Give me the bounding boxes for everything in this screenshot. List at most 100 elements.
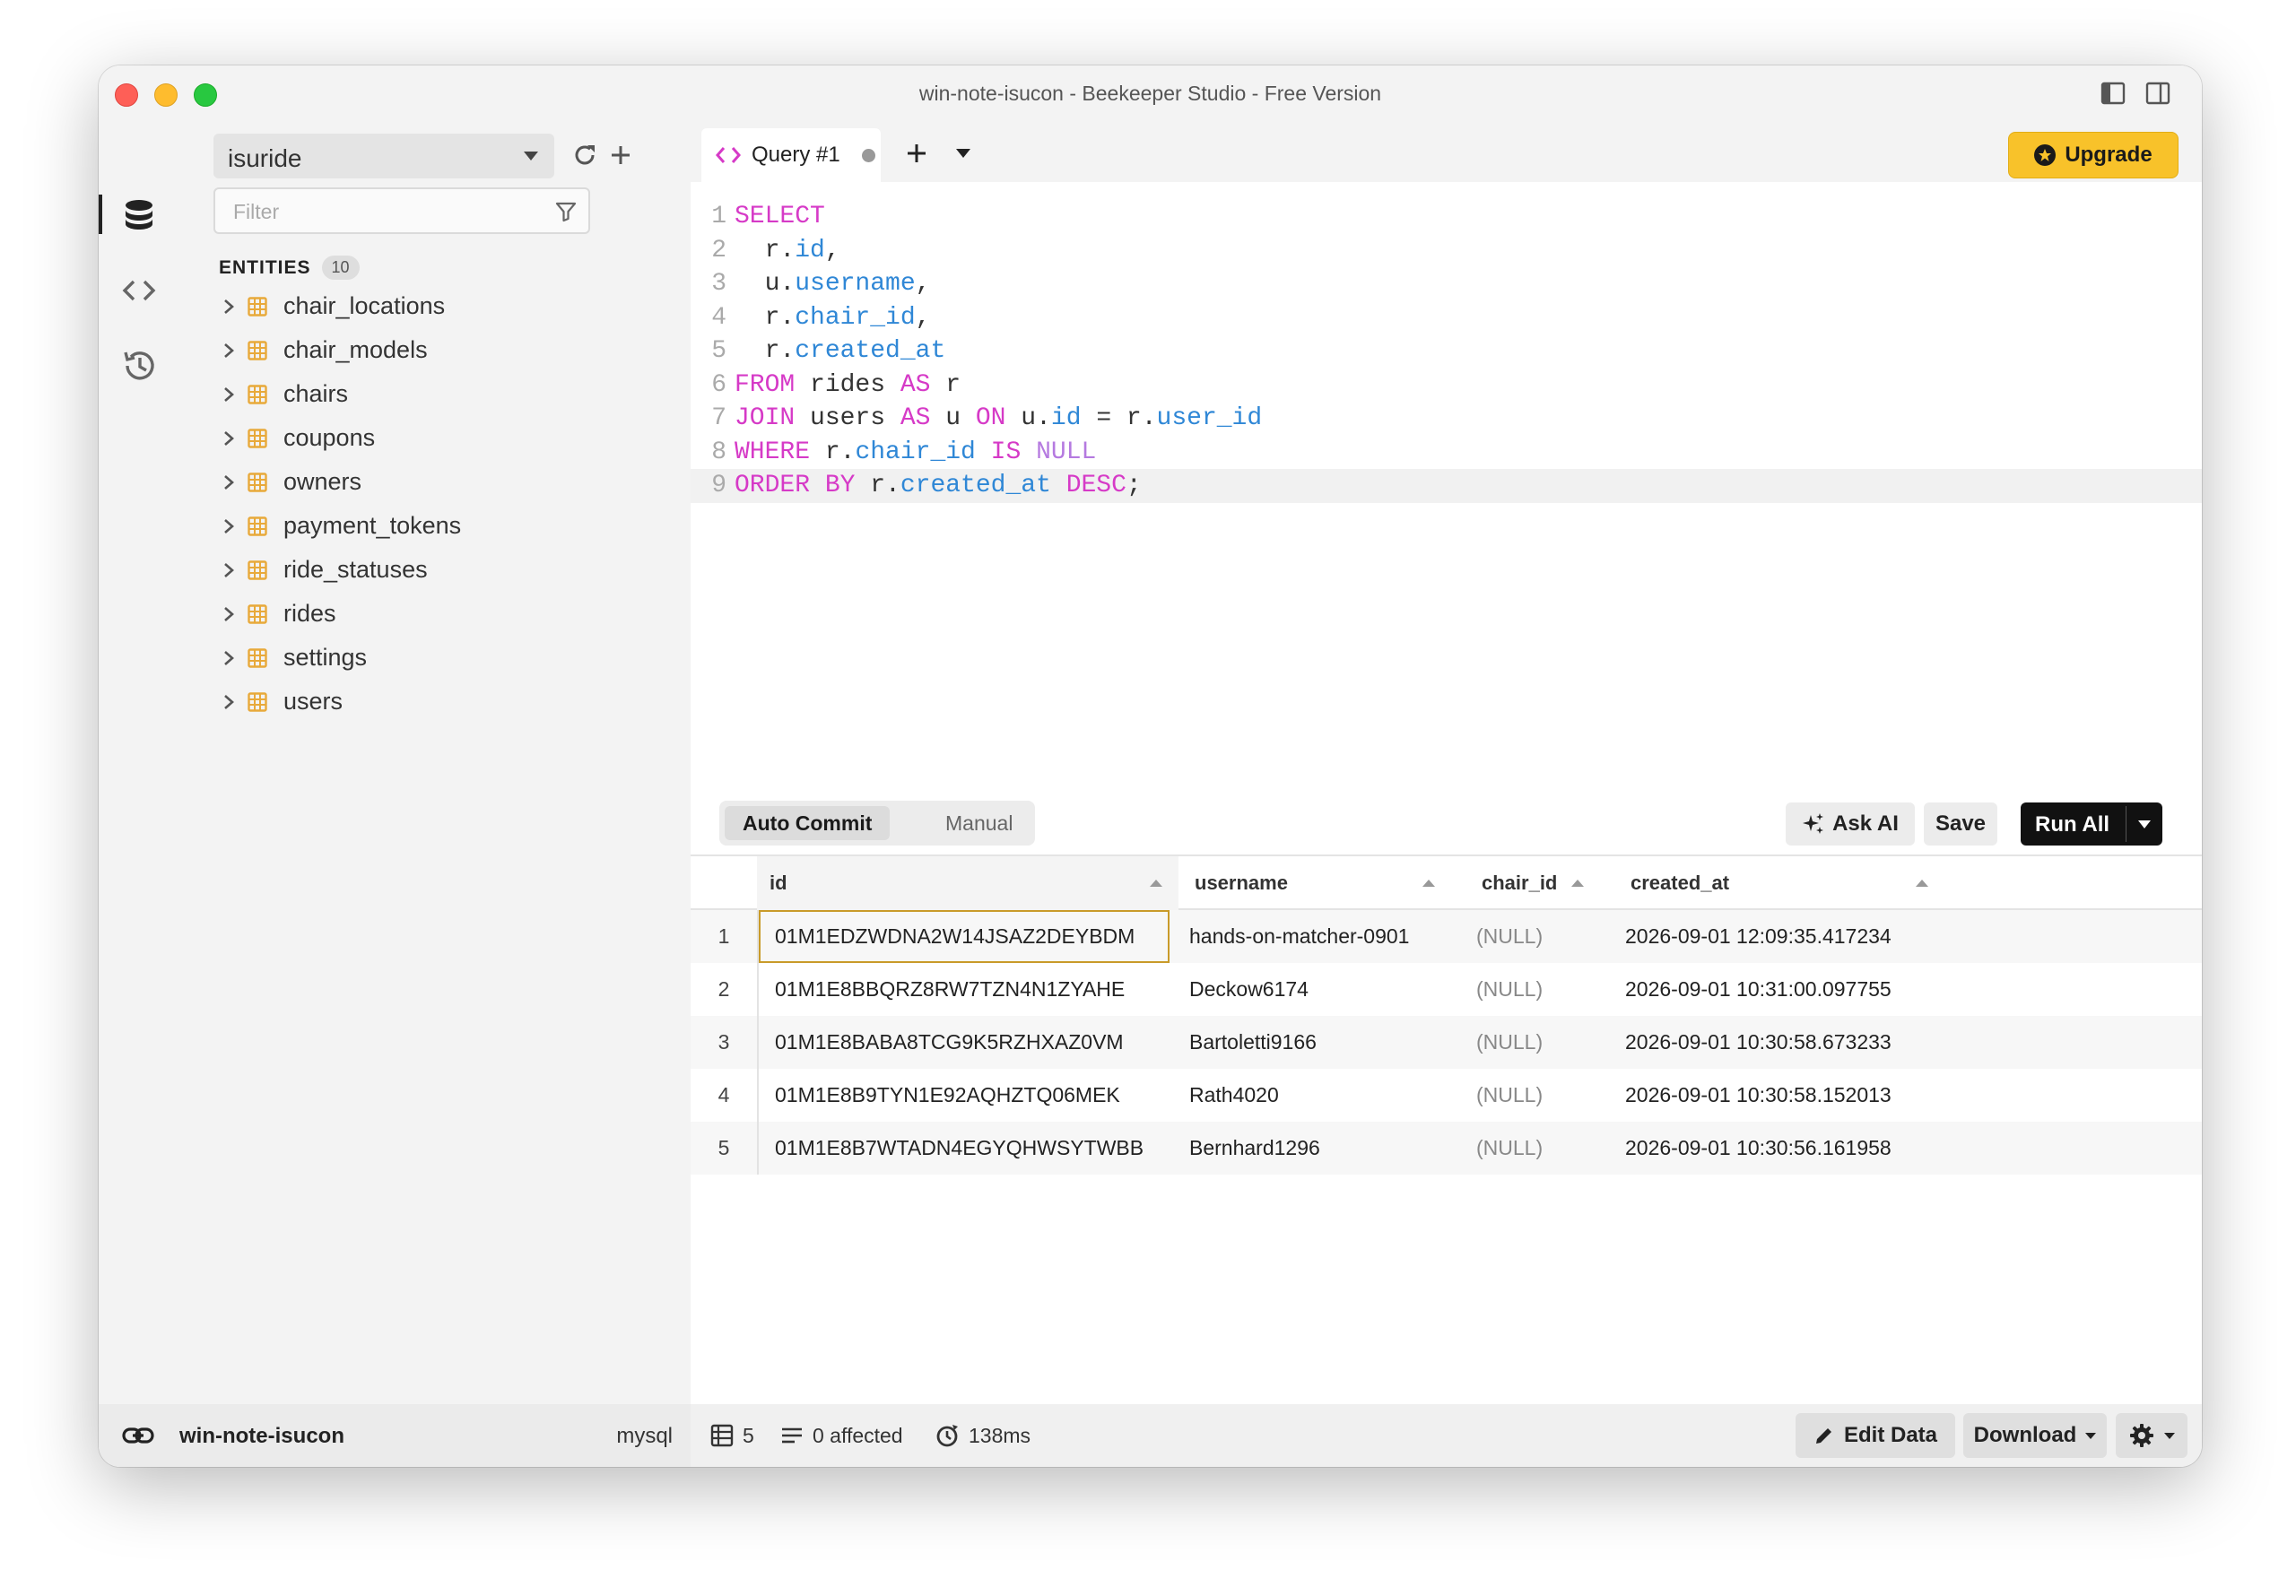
connection-status[interactable]: win-note-isucon mysql xyxy=(99,1404,691,1467)
cell-created-at[interactable]: 2026-09-01 10:31:00.097755 xyxy=(1625,963,1892,1016)
filter-icon[interactable] xyxy=(554,200,578,223)
history-icon[interactable] xyxy=(117,343,161,388)
chevron-right-icon[interactable] xyxy=(215,557,242,584)
sql-editor[interactable]: 1 SELECT 2 r.id, 3 u.username, 4 r.chair_id,… xyxy=(691,182,2202,801)
table-row[interactable]: 4 01M1E8B9TYN1E92AQHZTQ06MEK Rath4020 (NULL… xyxy=(691,1069,2202,1122)
code-line[interactable]: 9 ORDER BY r.created_at DESC; xyxy=(691,469,2202,503)
sidebar-entity-ride-statuses[interactable]: ride_statuses xyxy=(197,548,592,592)
cell-id[interactable]: 01M1E8BABA8TCG9K5RZHXAZ0VM xyxy=(762,1016,1178,1069)
cell-chair-id[interactable]: (NULL) xyxy=(1476,1069,1543,1122)
sort-icon[interactable] xyxy=(1150,880,1162,887)
run-options-chevron-icon[interactable] xyxy=(2138,820,2151,828)
cell-chair-id[interactable]: (NULL) xyxy=(1476,910,1543,963)
toggle-right-panel-icon[interactable] xyxy=(2144,80,2171,107)
cell-username[interactable]: Deckow6174 xyxy=(1189,963,1309,1016)
sidebar-entity-chair-locations[interactable]: chair_locations xyxy=(197,284,592,328)
sidebar-entity-users[interactable]: users xyxy=(197,680,592,724)
column-header-chair-id[interactable]: chair_id xyxy=(1471,856,1620,910)
code-line[interactable]: 4 r.chair_id, xyxy=(691,301,2202,335)
cell-created-at[interactable]: 2026-09-01 12:09:35.417234 xyxy=(1625,910,1892,963)
code-line[interactable]: 7 JOIN users AS u ON u.id = r.user_id xyxy=(691,402,2202,436)
toggle-left-panel-icon[interactable] xyxy=(2100,80,2126,107)
table-row[interactable]: 2 01M1E8BBQRZ8RW7TZN4N1ZYAHE Deckow6174 (NU… xyxy=(691,963,2202,1016)
cell-created-at[interactable]: 2026-09-01 10:30:58.673233 xyxy=(1625,1016,1892,1069)
sidebar-entity-chairs[interactable]: chairs xyxy=(197,372,592,416)
cell-username[interactable]: hands-on-matcher-0901 xyxy=(1189,910,1409,963)
filter-input[interactable] xyxy=(233,198,538,225)
cell-created-at[interactable]: 2026-09-01 10:30:58.152013 xyxy=(1625,1069,1892,1122)
sidebar-entity-rides[interactable]: rides xyxy=(197,592,592,636)
add-connection-button[interactable] xyxy=(603,135,639,175)
code-icon[interactable] xyxy=(117,268,161,313)
sidebar-entity-owners[interactable]: owners xyxy=(197,460,592,504)
cell-username[interactable]: Bernhard1296 xyxy=(1189,1122,1320,1175)
save-label: Save xyxy=(1935,811,1987,836)
cell-created-at[interactable]: 2026-09-01 10:30:56.161958 xyxy=(1625,1122,1892,1175)
column-header-created-at[interactable]: created_at xyxy=(1620,856,1952,910)
sort-icon[interactable] xyxy=(1422,880,1435,887)
chevron-right-icon[interactable] xyxy=(215,645,242,672)
cell-id[interactable]: 01M1E8B9TYN1E92AQHZTQ06MEK xyxy=(762,1069,1178,1122)
entities-count-badge: 10 xyxy=(321,256,360,280)
cell-username[interactable]: Rath4020 xyxy=(1189,1069,1279,1122)
table-row[interactable]: 1 01M1EDZWDNA2W14JSAZ2DEYBDM hands-on-matc… xyxy=(691,910,2202,963)
sidebar-entity-payment-tokens[interactable]: payment_tokens xyxy=(197,504,592,548)
cell-chair-id[interactable]: (NULL) xyxy=(1476,1122,1543,1175)
chevron-right-icon[interactable] xyxy=(215,469,242,496)
auto-commit-option[interactable]: Auto Commit xyxy=(725,806,891,840)
table-icon xyxy=(248,428,267,448)
chevron-right-icon[interactable] xyxy=(215,381,242,408)
chevron-right-icon[interactable] xyxy=(215,513,242,540)
cell-chair-id[interactable]: (NULL) xyxy=(1476,963,1543,1016)
download-button[interactable]: Download xyxy=(1963,1413,2107,1458)
cell-chair-id[interactable]: (NULL) xyxy=(1476,1016,1543,1069)
code-line[interactable]: 8 WHERE r.chair_id IS NULL xyxy=(691,436,2202,470)
ask-ai-button[interactable]: Ask AI xyxy=(1786,802,1915,846)
connection-select[interactable]: isuride xyxy=(213,134,554,178)
code-token: r. xyxy=(855,472,900,499)
entity-name: settings xyxy=(283,644,368,671)
sidebar-entity-settings[interactable]: settings xyxy=(197,636,592,680)
chevron-right-icon[interactable] xyxy=(215,425,242,452)
sort-icon[interactable] xyxy=(1916,880,1928,887)
table-row[interactable]: 3 01M1E8BABA8TCG9K5RZHXAZ0VM Bartoletti916… xyxy=(691,1016,2202,1069)
chevron-right-icon[interactable] xyxy=(215,293,242,320)
line-number: 8 xyxy=(711,438,726,466)
sort-icon[interactable] xyxy=(1571,880,1584,887)
cell-id[interactable]: 01M1E8BBQRZ8RW7TZN4N1ZYAHE xyxy=(762,963,1178,1016)
new-tab-button[interactable] xyxy=(897,134,936,173)
code-line[interactable]: 1 SELECT xyxy=(691,200,2202,234)
cell-id[interactable]: 01M1E8B7WTADN4EGYQHWSYTWBB xyxy=(762,1122,1178,1175)
save-button[interactable]: Save xyxy=(1924,802,1997,846)
code-line[interactable]: 6 FROM rides AS r xyxy=(691,369,2202,403)
active-indicator xyxy=(99,195,102,234)
code-token: , xyxy=(915,270,931,298)
code-line[interactable]: 2 r.id, xyxy=(691,234,2202,268)
table-icon xyxy=(248,472,267,492)
chevron-right-icon[interactable] xyxy=(215,689,242,716)
tab-menu-button[interactable] xyxy=(945,134,981,173)
chevron-right-icon[interactable] xyxy=(215,337,242,364)
entities-label: ENTITIES xyxy=(219,256,311,278)
code-token: DESC xyxy=(1065,472,1126,499)
cell-username[interactable]: Bartoletti9166 xyxy=(1189,1016,1317,1069)
table-row[interactable]: 5 01M1E8B7WTADN4EGYQHWSYTWBB Bernhard1296 (… xyxy=(691,1122,2202,1175)
chevron-right-icon[interactable] xyxy=(215,601,242,628)
settings-button[interactable] xyxy=(2116,1413,2187,1458)
tab-query-1[interactable]: Query #1 xyxy=(701,128,881,182)
tab-label: Query #1 xyxy=(752,143,840,167)
code-token: users xyxy=(795,404,900,432)
code-line[interactable]: 3 u.username, xyxy=(691,267,2202,301)
run-all-button[interactable]: Run All xyxy=(2021,802,2162,846)
sidebar-entity-coupons[interactable]: coupons xyxy=(197,416,592,460)
manual-option[interactable]: Manual xyxy=(927,806,1031,840)
refresh-button[interactable] xyxy=(567,135,603,175)
upgrade-button[interactable]: Upgrade xyxy=(2008,132,2179,178)
edit-data-button[interactable]: Edit Data xyxy=(1796,1413,1955,1458)
column-header-id[interactable]: id xyxy=(757,856,1178,910)
sidebar-entity-chair-models[interactable]: chair_models xyxy=(197,328,592,372)
code-line[interactable]: 5 r.created_at xyxy=(691,334,2202,369)
column-header-username[interactable]: username xyxy=(1184,856,1471,910)
database-icon[interactable] xyxy=(117,193,161,238)
